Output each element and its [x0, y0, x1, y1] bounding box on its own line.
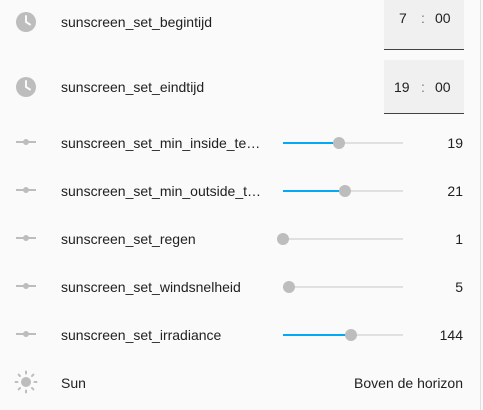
sun-state: Boven de horizon — [354, 375, 463, 391]
slider-value: 5 — [455, 279, 463, 295]
row-sun[interactable]: Sun Boven de horizon — [0, 362, 481, 402]
slider-thumb[interactable] — [283, 281, 295, 293]
minute-field[interactable]: 00 — [435, 10, 451, 26]
row-eindtijd: sunscreen_set_eindtijd 19 : 00 — [0, 60, 481, 118]
clock-icon — [16, 12, 36, 32]
row-label: sunscreen_set_min_inside_te… — [61, 135, 261, 151]
row-windsnelheid: sunscreen_set_windsnelheid 5 — [0, 266, 481, 306]
slider-value: 21 — [447, 183, 463, 199]
slider-track[interactable] — [283, 286, 403, 288]
slider-value: 1 — [455, 231, 463, 247]
row-begintijd: sunscreen_set_begintijd 7 : 00 — [0, 0, 481, 58]
time-separator: : — [421, 10, 425, 26]
row-label: sunscreen_set_begintijd — [61, 14, 212, 30]
slider-value: 144 — [439, 327, 463, 343]
time-input-eindtijd[interactable]: 19 : 00 — [384, 60, 464, 114]
time-input-begintijd[interactable]: 7 : 00 — [384, 0, 464, 50]
row-min-inside: sunscreen_set_min_inside_te… 19 — [0, 122, 481, 162]
slider-thumb[interactable] — [345, 329, 357, 341]
entities-card: sunscreen_set_begintijd 7 : 00 sunscreen… — [0, 0, 481, 410]
slider-icon — [16, 139, 36, 145]
row-min-outside: sunscreen_set_min_outside_t… 21 — [0, 170, 481, 210]
clock-icon — [16, 77, 36, 97]
slider-regen[interactable] — [277, 229, 403, 249]
row-label: sunscreen_set_min_outside_t… — [61, 183, 262, 199]
row-label: sunscreen_set_eindtijd — [61, 79, 205, 95]
slider-fill — [283, 334, 351, 336]
slider-windsnelheid[interactable] — [283, 277, 403, 297]
slider-min-outside[interactable] — [283, 181, 403, 201]
row-regen: sunscreen_set_regen 1 — [0, 218, 481, 258]
row-label: sunscreen_set_regen — [61, 231, 196, 247]
slider-min-inside[interactable] — [283, 133, 403, 153]
row-label: sunscreen_set_windsnelheid — [61, 279, 241, 295]
row-label: Sun — [61, 375, 86, 391]
slider-value: 19 — [447, 135, 463, 151]
time-separator: : — [421, 79, 425, 95]
slider-track[interactable] — [283, 238, 403, 240]
sun-icon — [14, 370, 38, 394]
slider-thumb[interactable] — [277, 233, 289, 245]
slider-fill — [283, 142, 339, 144]
slider-irradiance[interactable] — [283, 325, 403, 345]
hour-field[interactable]: 7 — [399, 10, 407, 26]
slider-thumb[interactable] — [333, 137, 345, 149]
row-irradiance: sunscreen_set_irradiance 144 — [0, 314, 481, 354]
slider-fill — [283, 190, 345, 192]
slider-icon — [16, 235, 36, 241]
minute-field[interactable]: 00 — [435, 79, 451, 95]
row-label: sunscreen_set_irradiance — [61, 327, 222, 343]
slider-icon — [16, 187, 36, 193]
slider-icon — [16, 283, 36, 289]
hour-field[interactable]: 19 — [394, 79, 410, 95]
slider-icon — [16, 331, 36, 337]
slider-thumb[interactable] — [339, 185, 351, 197]
